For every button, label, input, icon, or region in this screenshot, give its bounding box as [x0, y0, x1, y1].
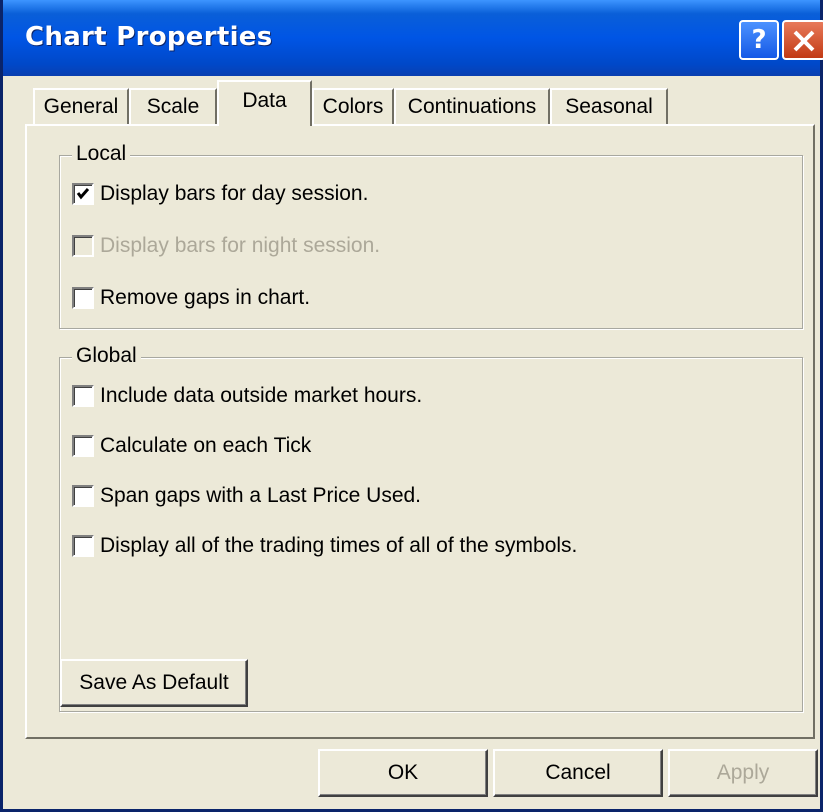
save-as-default-button[interactable]: Save As Default [60, 659, 248, 707]
local-group: Local Display bars for day session. Disp… [59, 142, 803, 329]
global-group-label: Global [72, 344, 141, 368]
span-gaps-label: Span gaps with a Last Price Used. [100, 484, 422, 507]
span-gaps-checkbox[interactable] [72, 485, 94, 507]
all-trading-times-label: Display all of the trading times of all … [100, 534, 578, 557]
close-x-icon [793, 30, 815, 52]
day-session-option[interactable]: Display bars for day session. [72, 180, 368, 208]
calculate-tick-label: Calculate on each Tick [100, 434, 312, 457]
tab-seasonal[interactable]: Seasonal [550, 88, 668, 125]
tab-continuations[interactable]: Continuations [394, 88, 550, 125]
global-group: Global Include data outside market hours… [59, 344, 803, 712]
calculate-tick-option[interactable]: Calculate on each Tick [72, 432, 311, 460]
night-session-option: Display bars for night session. [72, 232, 380, 260]
day-session-label: Display bars for day session. [100, 182, 369, 205]
tab-colors[interactable]: Colors [312, 88, 394, 125]
close-button[interactable] [782, 20, 823, 60]
tab-general[interactable]: General [33, 88, 129, 125]
night-session-checkbox [72, 235, 94, 257]
local-group-label: Local [72, 142, 131, 166]
day-session-checkbox[interactable] [72, 183, 94, 205]
remove-gaps-checkbox[interactable] [72, 287, 94, 309]
all-trading-times-checkbox[interactable] [72, 535, 94, 557]
night-session-label: Display bars for night session. [100, 234, 381, 257]
remove-gaps-option[interactable]: Remove gaps in chart. [72, 284, 310, 312]
ok-button[interactable]: OK [318, 749, 488, 797]
remove-gaps-label: Remove gaps in chart. [100, 286, 311, 309]
calculate-tick-checkbox[interactable] [72, 435, 94, 457]
cancel-button[interactable]: Cancel [493, 749, 663, 797]
tab-data[interactable]: Data [217, 80, 312, 126]
outside-hours-label: Include data outside market hours. [100, 384, 423, 407]
data-tab-panel: Local Display bars for day session. Disp… [25, 124, 815, 739]
apply-button: Apply [668, 749, 818, 797]
all-trading-times-option[interactable]: Display all of the trading times of all … [72, 532, 577, 560]
span-gaps-option[interactable]: Span gaps with a Last Price Used. [72, 482, 421, 510]
title-bar[interactable]: Chart Properties ? [3, 0, 823, 76]
tab-scale[interactable]: Scale [129, 88, 217, 125]
outside-hours-option[interactable]: Include data outside market hours. [72, 382, 422, 410]
window-title: Chart Properties [25, 22, 273, 52]
checkmark-icon [76, 188, 90, 200]
outside-hours-checkbox[interactable] [72, 385, 94, 407]
help-button[interactable]: ? [739, 20, 779, 60]
chart-properties-dialog: Chart Properties ? General Scale Data Co… [0, 0, 823, 812]
